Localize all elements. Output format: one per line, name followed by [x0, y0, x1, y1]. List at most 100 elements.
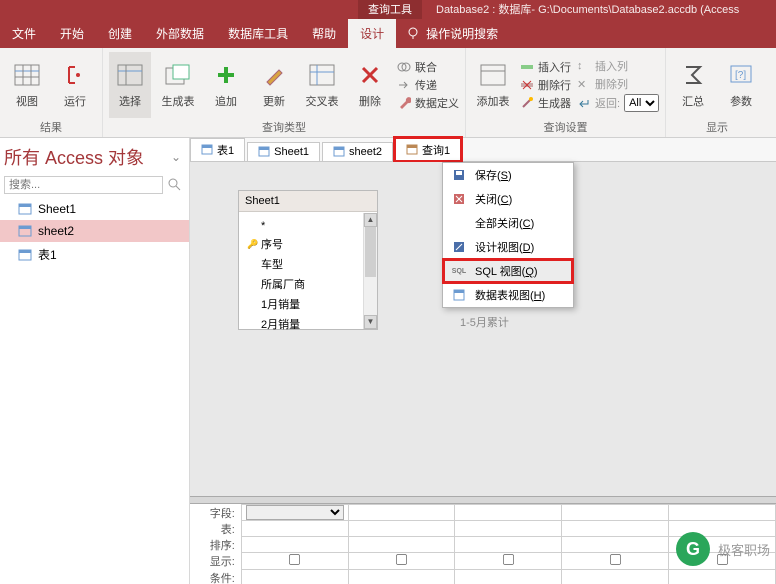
table-icon — [18, 248, 32, 262]
union-button[interactable]: 联合 — [397, 59, 459, 75]
builder-button[interactable]: 生成器 — [520, 95, 571, 111]
crosstab-button[interactable]: 交叉表 — [301, 52, 343, 118]
view-button[interactable]: 视图 — [6, 52, 48, 118]
datasheet-icon — [451, 287, 467, 303]
return-row[interactable]: 返回: All — [577, 94, 659, 112]
field-cell[interactable] — [246, 505, 344, 520]
add-table-button[interactable]: 添加表 — [472, 52, 514, 118]
close-icon — [451, 191, 467, 207]
tab[interactable]: Sheet1 — [247, 142, 320, 161]
design-icon — [451, 239, 467, 255]
menu-home[interactable]: 开始 — [48, 19, 96, 48]
group-label-querytype: 查询类型 — [109, 119, 459, 136]
group-label-showhide: 显示 — [672, 119, 762, 136]
return-select[interactable]: All — [624, 94, 659, 112]
plus-icon — [212, 61, 240, 89]
show-checkbox[interactable] — [503, 554, 514, 565]
field-row[interactable]: 车型 — [245, 254, 371, 274]
grid-row-label: 排序: — [190, 537, 241, 553]
menu-bar: 文件 开始 创建 外部数据 数据库工具 帮助 设计 操作说明搜索 — [0, 18, 776, 48]
menu-help[interactable]: 帮助 — [300, 19, 348, 48]
tab[interactable]: 查询1 — [395, 138, 461, 161]
watermark-text: 极客职场 — [718, 540, 770, 559]
datadef-button[interactable]: 数据定义 — [397, 95, 459, 111]
table-icon — [201, 144, 213, 156]
crosstab-icon — [308, 61, 336, 89]
scroll-thumb[interactable] — [365, 227, 376, 277]
arrow-right-icon — [397, 78, 411, 92]
menu-file[interactable]: 文件 — [0, 19, 48, 48]
show-checkbox[interactable] — [610, 554, 621, 565]
ribbon-group-results: 视图 运行 结果 — [0, 48, 103, 137]
tab[interactable]: sheet2 — [322, 142, 393, 161]
menu-design[interactable]: 设计 — [348, 19, 396, 48]
context-sql-view[interactable]: SQLSQL 视图(Q) — [443, 259, 573, 283]
navigation-pane: 所有 Access 对象 ⌄ Sheet1 sheet2 表1 — [0, 138, 190, 584]
passthrough-button[interactable]: 传递 — [397, 77, 459, 93]
save-icon — [451, 167, 467, 183]
watermark: G 极客职场 — [676, 532, 770, 566]
ribbon-group-querysetup: 添加表 插入行 删除行 生成器 ↕插入列 ✕删除列 返回: All 查询设置 — [466, 48, 666, 137]
select-query-button[interactable]: 选择 — [109, 52, 151, 118]
context-design-view[interactable]: 设计视图(D) — [443, 235, 573, 259]
chevron-down-icon: ⌄ — [171, 150, 181, 164]
watermark-avatar: G — [676, 532, 710, 566]
run-button[interactable]: 运行 — [54, 52, 96, 118]
contextual-tab-label: 查询工具 — [358, 0, 422, 19]
pencil-icon — [260, 61, 288, 89]
context-close[interactable]: 关闭(C) — [443, 187, 573, 211]
context-close-all[interactable]: 全部关闭(C) — [443, 211, 573, 235]
ribbon: 视图 运行 结果 选择 生成表 追加 更新 — [0, 48, 776, 138]
grid-icon — [13, 61, 41, 89]
field-row[interactable]: 2月销量 — [245, 314, 371, 334]
grid-row-label: 条件: — [190, 570, 241, 584]
tab[interactable]: 表1 — [190, 138, 245, 161]
field-row[interactable]: 🔑序号 — [245, 234, 371, 254]
maketable-icon — [164, 61, 192, 89]
context-datasheet-view[interactable]: 数据表视图(H) — [443, 283, 573, 307]
nav-item[interactable]: 表1 — [0, 242, 189, 267]
scroll-up-button[interactable]: ▲ — [364, 213, 377, 227]
nav-item[interactable]: sheet2 — [0, 220, 189, 242]
show-checkbox[interactable] — [289, 554, 300, 565]
search-icon — [167, 177, 183, 193]
params-button[interactable]: [?] 参数 — [720, 52, 762, 118]
context-save[interactable]: 保存(S) — [443, 163, 573, 187]
field-row[interactable]: * — [245, 218, 371, 234]
field-row[interactable]: 1月销量 — [245, 294, 371, 314]
delete-row-icon — [520, 78, 534, 92]
show-checkbox[interactable] — [396, 554, 407, 565]
context-menu: 保存(S) 关闭(C) 全部关闭(C) 设计视图(D) SQLSQL 视图(Q)… — [442, 162, 574, 308]
menu-dbtools[interactable]: 数据库工具 — [216, 19, 300, 48]
delete-col-button: ✕删除列 — [577, 76, 659, 92]
scroll-down-button[interactable]: ▼ — [364, 315, 377, 329]
sigma-icon — [679, 61, 707, 89]
splitter[interactable] — [190, 496, 776, 504]
nav-search-input[interactable] — [4, 176, 163, 194]
wrench-icon — [397, 96, 411, 110]
menu-external[interactable]: 外部数据 — [144, 19, 216, 48]
window-title: Database2 : 数据库- G:\Documents\Database2.… — [422, 1, 739, 17]
insert-col-button: ↕插入列 — [577, 58, 659, 74]
return-icon — [577, 96, 591, 110]
field-row[interactable]: 所属厂商 — [245, 274, 371, 294]
scrollbar[interactable]: ▲ ▼ — [363, 213, 377, 329]
addtable-icon — [479, 61, 507, 89]
nav-item[interactable]: Sheet1 — [0, 198, 189, 220]
document-tabs: 表1 Sheet1 sheet2 查询1 — [190, 138, 776, 162]
delete-x-icon — [356, 61, 384, 89]
table-icon — [333, 146, 345, 158]
totals-button[interactable]: 汇总 — [672, 52, 714, 118]
menu-create[interactable]: 创建 — [96, 19, 144, 48]
table-fieldlist[interactable]: Sheet1 * 🔑序号 车型 所属厂商 1月销量 2月销量 ▲ ▼ — [238, 190, 378, 330]
make-table-button[interactable]: 生成表 — [157, 52, 199, 118]
append-button[interactable]: 追加 — [205, 52, 247, 118]
nav-header[interactable]: 所有 Access 对象 ⌄ — [0, 138, 189, 174]
insert-row-button[interactable]: 插入行 — [520, 59, 571, 75]
update-button[interactable]: 更新 — [253, 52, 295, 118]
delete-query-button[interactable]: 删除 — [349, 52, 391, 118]
hidden-peek-label: 1-5月累计 — [460, 314, 509, 330]
delete-row-button[interactable]: 删除行 — [520, 77, 571, 93]
tell-me[interactable]: 操作说明搜索 — [406, 25, 498, 42]
fieldlist-caption[interactable]: Sheet1 — [239, 191, 377, 212]
